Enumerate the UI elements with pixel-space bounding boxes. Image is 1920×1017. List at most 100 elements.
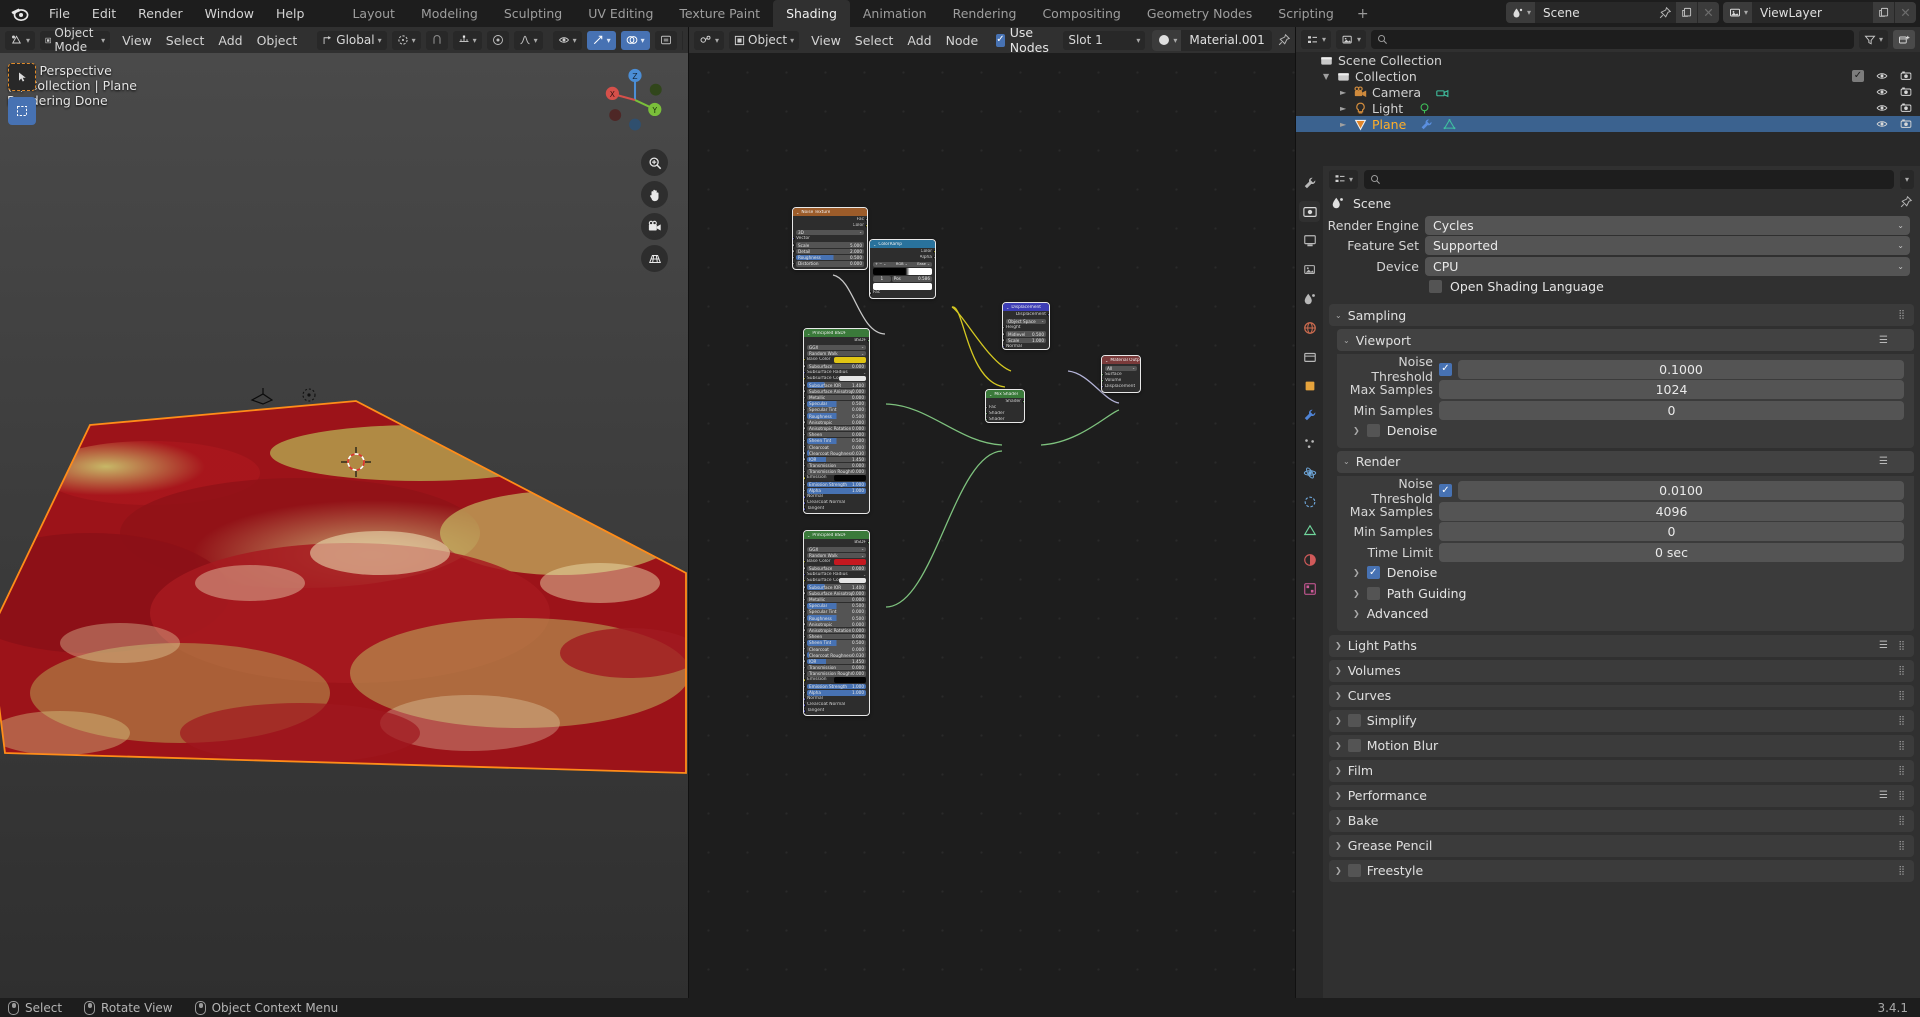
input-socket[interactable] [1003,345,1005,349]
input-socket[interactable] [793,237,795,241]
node-input-transmission-roughness[interactable]: Transmission Roughness0.000 [804,468,866,475]
node-principled-bsdf[interactable]: ⌄ Principled BSDF BSDF GGX ⌄ Random Walk ⌄ Base… [803,530,870,716]
panel-grease-pencil[interactable]: ❯ Grease Pencil ⣿ [1329,834,1914,857]
viewport-menu-object[interactable]: Object [250,32,305,49]
snap-settings[interactable]: ▾ [452,30,482,50]
node-principled-bsdf[interactable]: ⌄ Principled BSDF BSDF GGX ⌄ Random Walk ⌄ Base… [803,328,870,514]
render-min-samples-value[interactable]: 0 [1439,522,1904,541]
node-input-normal[interactable]: Normal [1003,344,1046,349]
gizmo-toggle[interactable]: ▾ [586,30,616,50]
panel-performance[interactable]: ❯ Performance ☰ ⣿ [1329,784,1914,807]
disable-in-render-icon[interactable] [1900,102,1912,114]
node-input-alpha[interactable]: Alpha 1.000 [804,487,866,494]
tab-render[interactable] [1299,201,1320,222]
node-input-emission[interactable]: Emission [804,475,866,481]
input-socket[interactable] [804,684,806,689]
mesh-data-icon[interactable] [1443,118,1456,131]
tool-select-box-icon[interactable] [8,97,36,125]
input-socket[interactable] [804,451,806,455]
node-input-subsurface-ior[interactable]: Subsurface IOR 1.400 [804,382,866,388]
node-input-base-color[interactable]: Base Color [804,559,866,565]
path-guiding-checkbox[interactable] [1366,586,1380,600]
panel-light-paths[interactable]: ❯ Light Paths ☰ ⣿ [1329,634,1914,657]
input-socket[interactable] [804,697,806,701]
node-input-metallic[interactable]: Metallic 0.000 [804,596,866,603]
tab-modifiers[interactable] [1299,404,1320,425]
node-input-subsurface-anisotropy[interactable]: Subsurface Anisotropy 0.000 [804,590,866,597]
input-socket[interactable] [804,501,806,505]
tab-material[interactable] [1299,549,1320,570]
material-selector[interactable]: ▾ Material.001 ✕ [1152,29,1273,51]
input-socket[interactable] [804,358,806,362]
color-swatch[interactable] [833,475,866,481]
outliner-new-collection-button[interactable] [1893,30,1915,49]
advanced-row[interactable]: ❯ Advanced [1337,604,1904,623]
input-socket[interactable] [793,249,795,254]
delete-scene-button[interactable]: ✕ [1697,2,1719,23]
properties-options-button[interactable]: ▾ [1899,169,1914,189]
node-input-subsurface[interactable]: Subsurface 0.000 [804,565,866,572]
node-output-socket-row[interactable]: Alpha [873,255,935,261]
outliner-row-collection[interactable]: ▼ Collection ✓ [1296,68,1920,84]
output-socket[interactable] [865,224,867,228]
panel-bake[interactable]: ❯ Bake ⣿ [1329,809,1914,832]
visibility-selector[interactable]: ▾ [552,30,582,50]
input-socket[interactable] [804,383,806,387]
node-input-anisotropic-rotation[interactable]: Anisotropic Rotation 0.000 [804,627,866,634]
node-input-roughness[interactable]: Roughness 0.500 [804,615,866,621]
node-output-socket-row[interactable]: BSDF [807,338,869,344]
disable-in-render-icon[interactable] [1900,86,1912,98]
node-noise-texture[interactable]: ⌄ Noise Texture Fac Color 3D ⌄ Vector Scale 5.00… [792,207,868,271]
output-socket[interactable] [867,339,869,343]
node-output-socket-row[interactable]: Color [796,223,867,229]
workspace-tab-texture-paint[interactable]: Texture Paint [666,0,773,27]
node-input-sheen-tint[interactable]: Sheen Tint 0.500 [804,640,866,646]
shader-menu-view[interactable]: View [804,32,848,49]
scene-name[interactable]: Scene [1534,2,1655,23]
viewlayer-name[interactable]: ViewLayer [1752,2,1872,23]
input-socket[interactable] [1102,385,1104,389]
delete-viewlayer-button[interactable]: ✕ [1895,2,1916,23]
node-input-subsurface-anisotropy[interactable]: Subsurface Anisotropy 0.000 [804,388,866,395]
workspace-tab-compositing[interactable]: Compositing [1029,0,1133,27]
input-socket[interactable] [1003,338,1005,343]
workspace-tab-animation[interactable]: Animation [850,0,940,27]
node-input-tangent[interactable]: Tangent [804,708,866,714]
input-socket[interactable] [804,482,806,487]
input-socket[interactable] [804,659,806,664]
hide-in-viewport-icon[interactable] [1876,118,1888,130]
color-swatch[interactable] [838,578,866,584]
shader-menu-node[interactable]: Node [939,32,986,49]
outliner-scene-selector[interactable]: ▾ [1336,30,1367,49]
input-socket[interactable] [1102,373,1104,377]
node-collapse-icon[interactable]: ⌄ [989,392,992,397]
panel-sampling-render[interactable]: ⌄ Render ☰ [1337,450,1914,473]
input-socket[interactable] [804,489,806,493]
new-scene-button[interactable] [1675,2,1697,23]
node-input-midlevel[interactable]: Midlevel 0.500 [1003,331,1046,337]
panel-sampling-viewport[interactable]: ⌄ Viewport ☰ [1337,329,1914,351]
input-socket[interactable] [804,653,806,657]
viewport-menu-view[interactable]: View [115,32,159,49]
tab-output[interactable] [1299,230,1320,251]
node-input-alpha[interactable]: Alpha 1.000 [804,689,866,696]
node-header[interactable]: ⌄ Displacement [1003,303,1049,311]
input-socket[interactable] [804,377,806,381]
shading-wireframe-icon[interactable] [682,31,683,50]
node-input-subsurface[interactable]: Subsurface 0.000 [804,363,866,370]
blender-logo-icon[interactable] [8,4,30,24]
viewlayer-selector[interactable]: ▾ ViewLayer ✕ [1722,2,1916,23]
node-dropdown-0[interactable]: GGX ⌄ [807,546,866,553]
tab-constraints[interactable] [1299,491,1320,512]
input-socket[interactable] [804,579,806,583]
app-menu-help[interactable]: Help [265,3,316,25]
node-input-transmission[interactable]: Transmission 0.000 [804,664,866,671]
panel-volumes[interactable]: ❯ Volumes ⣿ [1329,659,1914,682]
node-input-scale[interactable]: Scale 1.000 [1003,337,1046,344]
outliner-row-camera[interactable]: ► Camera [1296,84,1920,100]
node-input-roughness[interactable]: Roughness 0.500 [793,254,864,261]
proportional-falloff-selector[interactable]: ▾ [513,30,543,50]
use-nodes-toggle[interactable]: Use Nodes [996,25,1053,55]
viewport-noise-threshold-value[interactable]: 0.1000 [1458,359,1904,379]
input-socket[interactable] [986,406,988,410]
